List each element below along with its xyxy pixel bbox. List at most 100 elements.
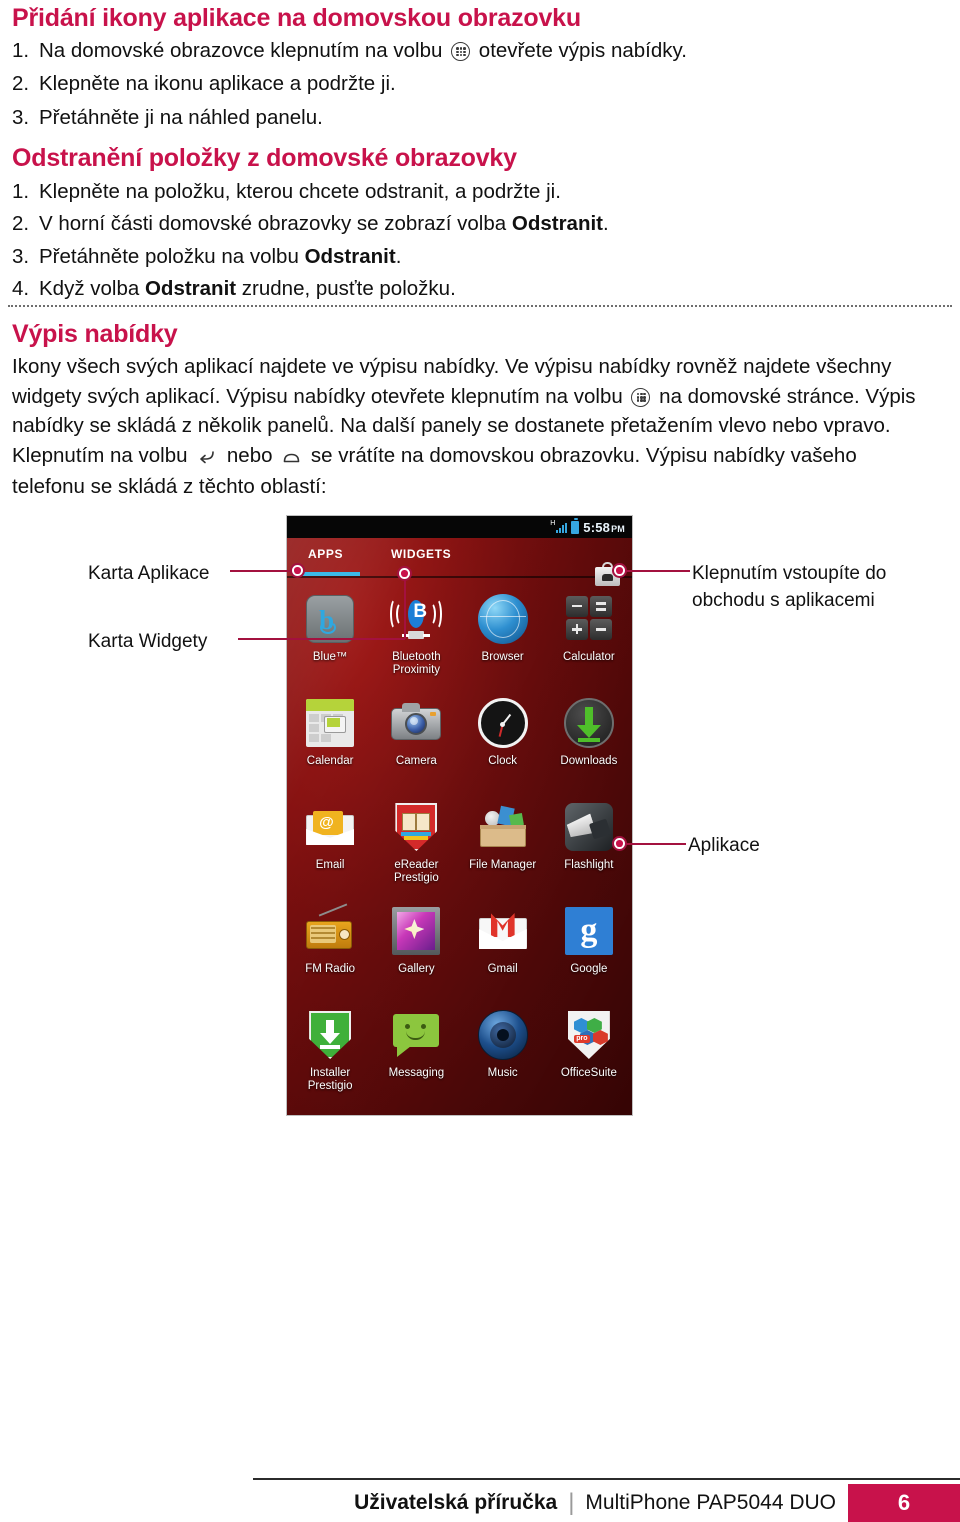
messaging-bubble-icon — [390, 1009, 442, 1061]
app-item-gmail[interactable]: Gmail — [460, 892, 546, 996]
gallery-photo-icon — [390, 905, 442, 957]
app-item-calendar[interactable]: Calendar — [287, 684, 373, 788]
app-item-google[interactable]: g Google — [546, 892, 632, 996]
app-label: Calculator — [562, 651, 615, 663]
file-manager-box-icon — [477, 801, 529, 853]
google-g-icon: g — [563, 905, 615, 957]
step-text: Klepněte na ikonu aplikace a podržte ji. — [39, 72, 396, 96]
calculator-icon — [563, 593, 615, 645]
app-label: Email — [315, 859, 345, 871]
app-label: Flashlight — [564, 859, 614, 871]
email-envelope-icon: @ — [304, 801, 356, 853]
flashlight-icon — [563, 801, 615, 853]
step-text: Přetáhněte ji na náhled panelu. — [39, 105, 323, 129]
app-item-gallery[interactable]: Gallery — [373, 892, 459, 996]
step-text: Klepněte na položku, kterou chcete odstr… — [39, 180, 561, 203]
step-number: 3. — [12, 105, 30, 129]
drawer-tab-bar: APPS WIDGETS — [287, 538, 632, 586]
section-title-app-list: Výpis nabídky — [12, 320, 178, 348]
clock-time: 5:58 — [583, 519, 611, 535]
ereader-shield-icon — [390, 801, 442, 853]
app-label: Browser — [481, 651, 524, 663]
phone-screenshot: H 5:58PM APPS WIDGETS b Blue™ B Bluetoot… — [287, 516, 632, 1115]
gmail-envelope-icon — [477, 905, 529, 957]
app-list-paragraph: Ikony všech svých aplikací najdete ve vý… — [12, 352, 924, 502]
tab-widgets[interactable]: WIDGETS — [391, 547, 451, 561]
step-text: Když volba Odstranit zrudne, pusťte polo… — [39, 274, 942, 303]
app-drawer-grid: b Blue™ B Bluetooth Proximity Browser Ca… — [287, 580, 632, 1100]
app-label: Bluetooth Proximity — [392, 651, 441, 676]
callout-widgets-tab-label: Karta Widgety — [88, 631, 208, 652]
step-text: Na domovské obrazovce klepnutím na volbu… — [39, 36, 942, 65]
manual-page: Přidání ikony aplikace na domovskou obra… — [0, 0, 960, 1522]
callout-store-label: Klepnutím vstoupíte do obchodu s aplikac… — [692, 563, 887, 611]
app-item-blue[interactable]: b Blue™ — [287, 580, 373, 684]
app-label: Installer Prestigio — [307, 1067, 353, 1092]
step-text-post: zrudne, pusťte položku. — [236, 276, 456, 300]
app-item-bluetooth-proximity[interactable]: B Bluetooth Proximity — [373, 580, 459, 684]
app-label: File Manager — [469, 859, 537, 871]
clock-icon — [477, 697, 529, 749]
step-number: 3. — [12, 244, 30, 268]
callout-widgets-tab-leader — [238, 638, 405, 640]
camera-icon — [390, 697, 442, 749]
step-text-post: . — [603, 212, 609, 236]
app-item-officesuite[interactable]: pro OfficeSuite — [546, 996, 632, 1100]
step-number: 2. — [12, 72, 30, 96]
callout-store-dot — [612, 563, 627, 578]
apps-drawer-icon — [451, 42, 471, 61]
app-item-downloads[interactable]: Downloads — [546, 684, 632, 788]
back-arrow-icon — [197, 443, 217, 473]
signal-bars-icon — [556, 522, 568, 533]
app-item-calculator[interactable]: Calculator — [546, 580, 632, 684]
callout-apps-leader — [626, 843, 686, 845]
footer-separator: | — [568, 1489, 575, 1516]
app-label: Gmail — [487, 963, 518, 975]
step-item: 2. V horní části domovské obrazovky se z… — [12, 209, 942, 238]
app-label: Messaging — [388, 1067, 445, 1079]
tab-bar-rule — [287, 576, 632, 578]
fm-radio-icon — [304, 903, 356, 957]
app-item-email[interactable]: @ Email — [287, 788, 373, 892]
step-item: 3. Přetáhněte ji na náhled panelu. — [12, 103, 942, 132]
app-item-music[interactable]: Music — [460, 996, 546, 1100]
step-text-emphasis: Odstranit — [144, 276, 237, 300]
callout-apps-dot — [612, 836, 627, 851]
app-label: Calendar — [306, 755, 354, 767]
step-number: 1. — [12, 39, 30, 62]
app-item-installer-prestigio[interactable]: Installer Prestigio — [287, 996, 373, 1100]
status-clock: 5:58PM — [583, 520, 625, 535]
callout-widgets-tab-dot — [397, 566, 412, 581]
app-item-camera[interactable]: Camera — [373, 684, 459, 788]
callout-apps-tab-dot — [290, 563, 305, 578]
step-text-post: otevřete výpis nabídky. — [473, 39, 687, 62]
step-item: 3. Přetáhněte položku na volbu Odstranit… — [12, 242, 942, 271]
app-item-file-manager[interactable]: File Manager — [460, 788, 546, 892]
footer-rule — [253, 1478, 960, 1480]
music-speaker-icon — [477, 1009, 529, 1061]
app-item-fm-radio[interactable]: FM Radio — [287, 892, 373, 996]
section-divider — [8, 305, 952, 307]
app-label: Downloads — [560, 755, 618, 767]
step-text-emphasis: Odstranit — [304, 244, 396, 268]
callout-apps-label: Aplikace — [688, 835, 760, 856]
app-label: OfficeSuite — [560, 1067, 617, 1079]
downloads-arrow-icon — [563, 697, 615, 749]
browser-globe-icon — [477, 593, 529, 645]
calendar-icon — [304, 697, 356, 749]
app-item-ereader-prestigio[interactable]: eReader Prestigio — [373, 788, 459, 892]
app-label: Gallery — [398, 963, 435, 975]
app-label: Clock — [488, 755, 517, 767]
step-item: 1. Klepněte na položku, kterou chcete od… — [12, 177, 942, 206]
footer-product: MultiPhone PAP5044 DUO — [585, 1491, 836, 1514]
step-text-pre: Když volba — [39, 276, 145, 300]
app-item-browser[interactable]: Browser — [460, 580, 546, 684]
app-item-clock[interactable]: Clock — [460, 684, 546, 788]
section-title-add-app-icon: Přidání ikony aplikace na domovskou obra… — [12, 4, 581, 32]
installer-shield-icon — [304, 1009, 356, 1061]
tab-apps[interactable]: APPS — [308, 547, 343, 561]
app-item-messaging[interactable]: Messaging — [373, 996, 459, 1100]
app-label: Music — [487, 1067, 518, 1079]
page-number: 6 — [848, 1484, 960, 1522]
step-number: 1. — [12, 180, 30, 203]
